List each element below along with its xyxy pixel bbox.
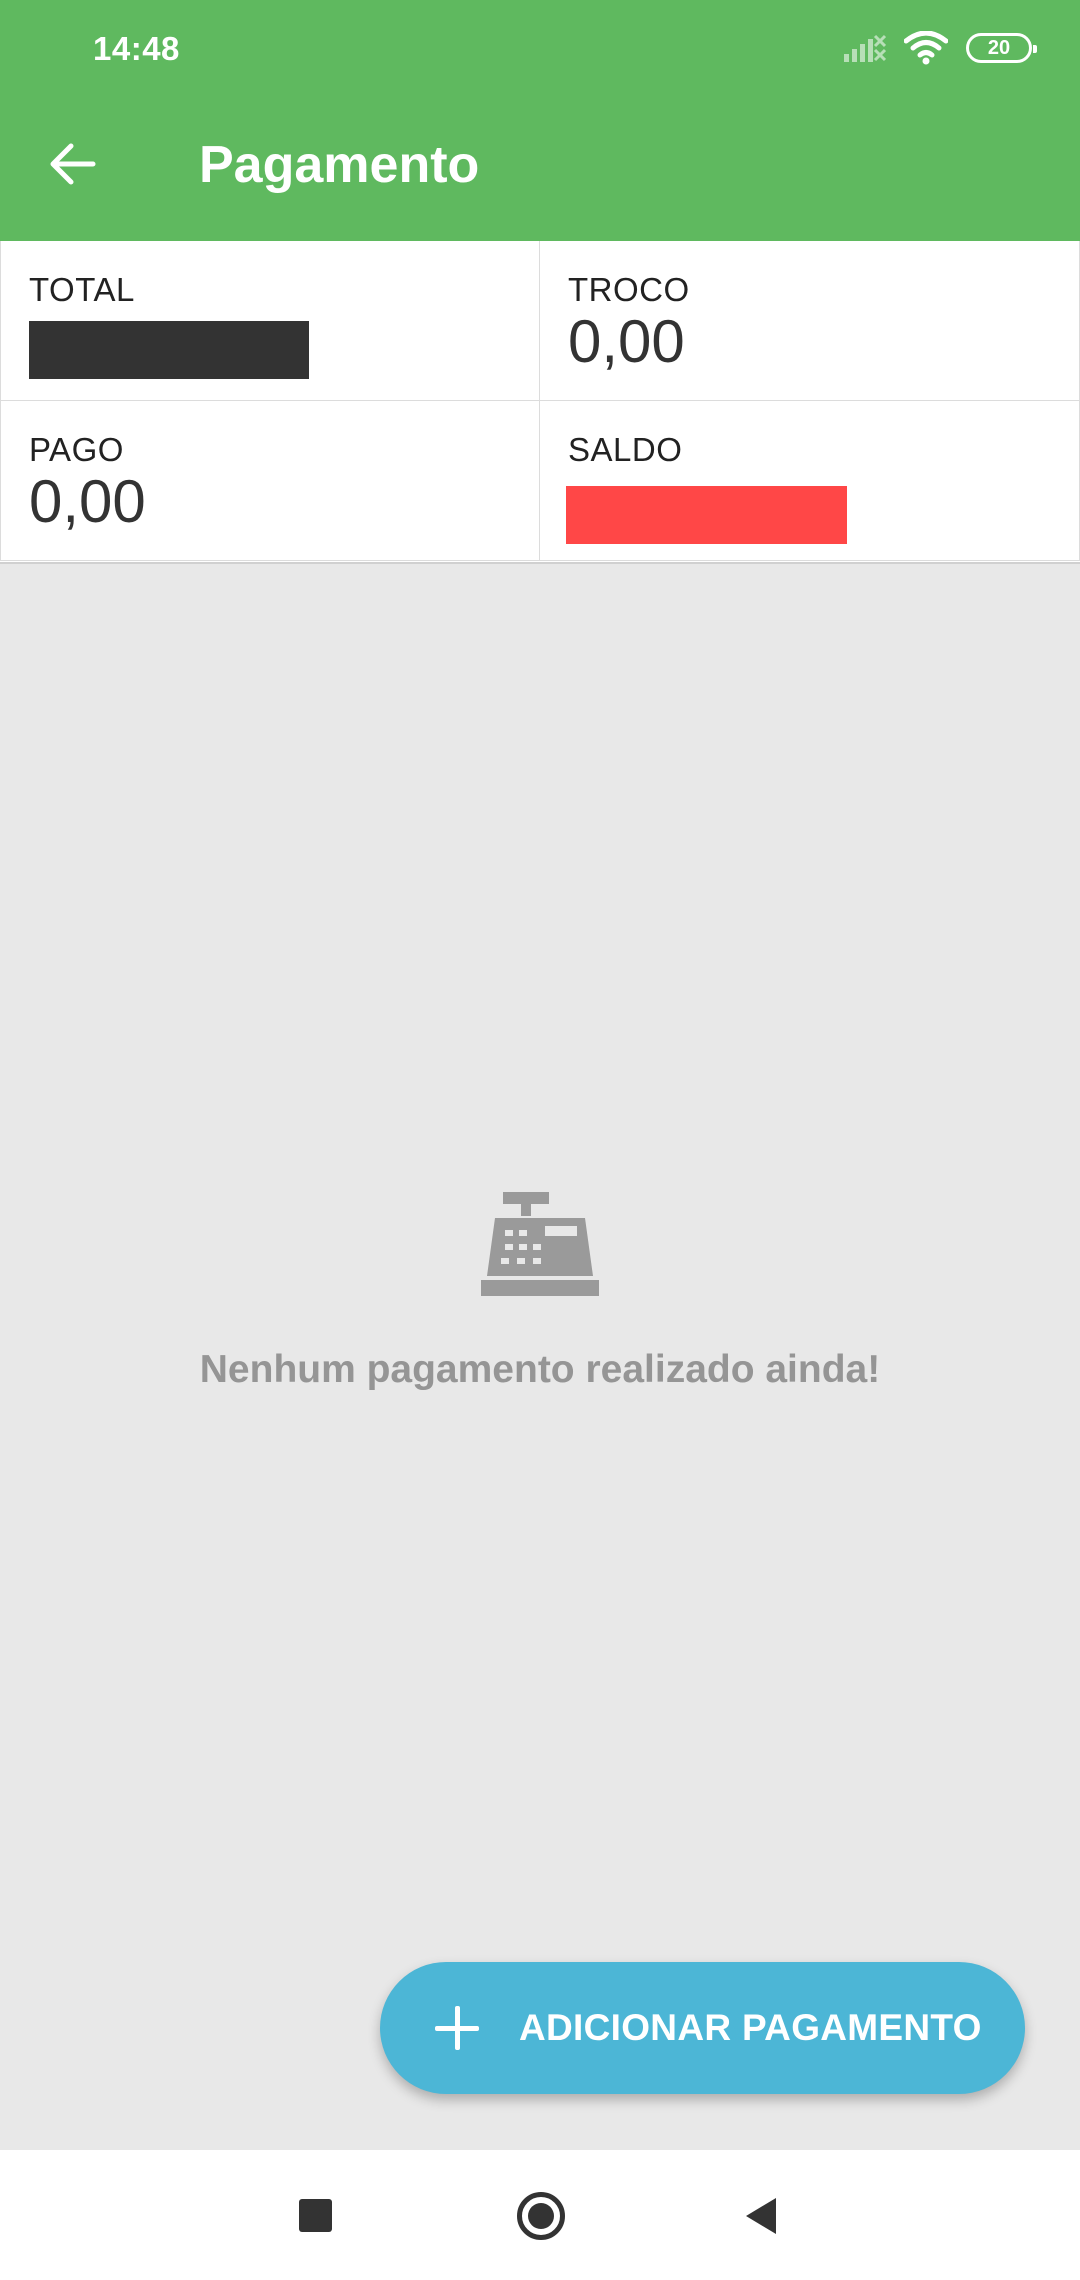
payment-screen: 14:48 20 Pagamento TOTAL TROCO 0,00 PAGO…: [0, 0, 1080, 2280]
status-time: 14:48: [93, 30, 180, 67]
empty-state: Nenhum pagamento realizado ainda!: [0, 1190, 1080, 1392]
status-icons: 20: [842, 26, 1037, 70]
total-value-redacted: [29, 321, 309, 379]
pago-label: PAGO: [29, 431, 124, 468]
empty-message: Nenhum pagamento realizado ainda!: [199, 1348, 881, 1391]
pago-value: 0,00: [29, 468, 146, 535]
plus-icon: [435, 2006, 479, 2050]
app-bar: 14:48 20 Pagamento: [0, 0, 1080, 241]
pago-cell: PAGO 0,00: [0, 401, 540, 561]
page-title: Pagamento: [199, 136, 480, 194]
payment-summary: TOTAL TROCO 0,00 PAGO 0,00 SALDO: [0, 241, 1080, 564]
back-icon[interactable]: [742, 2196, 778, 2236]
saldo-value-redacted: [566, 486, 847, 544]
battery-icon: 20: [966, 33, 1037, 63]
saldo-cell: SALDO: [540, 401, 1080, 561]
signal-off-icon: [842, 32, 886, 64]
wifi-icon: [904, 31, 948, 65]
total-label: TOTAL: [29, 271, 135, 308]
troco-cell: TROCO 0,00: [540, 241, 1080, 401]
troco-label: TROCO: [568, 271, 690, 308]
recent-apps-icon[interactable]: [299, 2199, 332, 2232]
back-button[interactable]: [36, 128, 108, 200]
saldo-label: SALDO: [568, 431, 683, 468]
cash-register-icon: [481, 1192, 599, 1296]
arrow-back-icon: [50, 143, 96, 185]
add-payment-button[interactable]: ADICIONAR PAGAMENTO: [380, 1962, 1025, 2094]
total-cell: TOTAL: [0, 241, 540, 401]
home-icon[interactable]: [517, 2192, 565, 2240]
add-payment-label: ADICIONAR PAGAMENTO: [519, 2007, 982, 2048]
troco-value: 0,00: [568, 308, 685, 375]
system-nav-bar: [0, 2150, 1080, 2280]
